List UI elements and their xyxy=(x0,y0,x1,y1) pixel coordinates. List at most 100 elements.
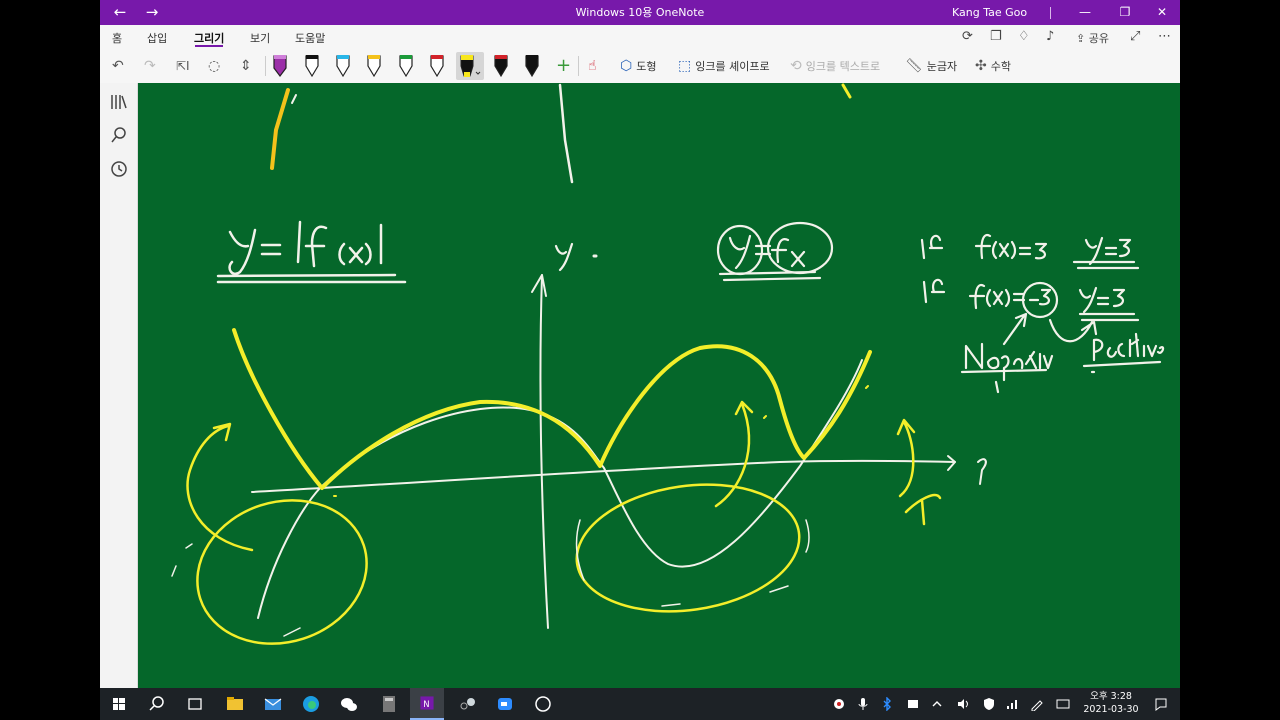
more-icon[interactable]: ⋯ xyxy=(1158,29,1171,44)
share-label: 공유 xyxy=(1088,32,1109,45)
ribbon-tabs: 홈 삽입 그리기 보기 도움말 ⟳ ❐ ♢ ♪ ⇪ 공유 ⤢ ⋯ xyxy=(100,25,1180,49)
math-icon: ✣ xyxy=(975,58,987,74)
tab-insert[interactable]: 삽입 xyxy=(147,30,167,46)
pen-tray-icon[interactable] xyxy=(1030,697,1044,711)
clock-date: 2021-03-30 xyxy=(1083,704,1139,715)
pen-green[interactable] xyxy=(396,52,416,80)
edge-browser-icon[interactable] xyxy=(294,688,328,720)
tab-help[interactable]: 도움말 xyxy=(295,30,325,46)
pen-purple[interactable] xyxy=(270,52,290,80)
ruler-button[interactable]: 📏︎ 눈금자 xyxy=(905,55,957,77)
notebooks-icon[interactable]: ❐ xyxy=(990,29,1002,44)
math-label: 수학 xyxy=(990,60,1011,73)
y-axis xyxy=(539,274,549,629)
app-tray-icon[interactable] xyxy=(906,697,920,711)
title-separator xyxy=(1050,7,1051,19)
x-axis xyxy=(251,459,956,493)
undo-icon[interactable]: ↶ xyxy=(112,55,124,77)
ink-fragment-yellow xyxy=(270,88,290,170)
if-statements xyxy=(920,233,1165,394)
obs-icon[interactable] xyxy=(526,688,560,720)
pen-black-2[interactable] xyxy=(522,52,542,80)
redo-icon[interactable]: ↷ xyxy=(144,55,156,77)
pen-black[interactable] xyxy=(302,52,322,80)
file-explorer-icon[interactable] xyxy=(218,688,252,720)
math-button[interactable]: ✣ 수학 xyxy=(975,55,1011,77)
touch-draw-icon[interactable]: ☝ xyxy=(588,55,597,77)
tab-view[interactable]: 보기 xyxy=(250,30,270,46)
shapes-button[interactable]: ⬡ 도형 xyxy=(620,55,656,77)
ink-to-shape-label: 잉크를 셰이프로 xyxy=(695,60,770,73)
pen-red-2[interactable] xyxy=(491,52,511,80)
add-space-icon[interactable]: ⇕ xyxy=(240,55,252,77)
notification-center-icon[interactable] xyxy=(1154,697,1168,711)
expand-icon[interactable]: ⤢ xyxy=(1130,29,1140,44)
tray-chevron-icon[interactable] xyxy=(930,697,944,711)
ink-to-text-button[interactable]: ⟲ 잉크를 텍스트로 xyxy=(790,55,880,77)
ink-drawing[interactable] xyxy=(138,83,1180,688)
restore-button[interactable]: ❐ xyxy=(1108,0,1142,25)
ink-to-shape-icon: ⬚ xyxy=(678,58,692,74)
taskbar-search-icon[interactable] xyxy=(140,688,174,720)
sync-icon[interactable]: ⟳ xyxy=(962,29,973,44)
add-pen-icon[interactable]: + xyxy=(556,55,571,77)
active-tab-underline xyxy=(195,45,223,47)
start-windows-icon[interactable] xyxy=(102,688,136,720)
ink-fragment-white xyxy=(291,94,297,104)
title-bar: ← → Windows 10용 OneNote Kang Tae Goo — ❐… xyxy=(100,0,1180,25)
ink-to-shape-button[interactable]: ⬚ 잉크를 셰이프로 xyxy=(678,55,770,77)
share-button[interactable]: ⇪ 공유 xyxy=(1076,30,1109,46)
snipping-tool-icon[interactable] xyxy=(450,688,484,720)
mail-icon[interactable] xyxy=(256,688,290,720)
equation-abs-f xyxy=(216,220,407,284)
system-clock[interactable]: 오후 3:28 2021-03-30 xyxy=(1076,690,1146,716)
lightbulb-icon[interactable]: ♢ xyxy=(1018,29,1030,44)
ruler-label: 눈금자 xyxy=(926,60,958,73)
function-curve-abs-yellow xyxy=(232,328,872,490)
wechat-icon[interactable] xyxy=(332,688,366,720)
bell-icon[interactable]: ♪ xyxy=(1046,29,1054,44)
bluetooth-icon[interactable] xyxy=(880,697,894,711)
share-icon: ⇪ xyxy=(1076,32,1086,45)
ink-fragment-white-2 xyxy=(558,83,574,184)
svg-text:N: N xyxy=(423,699,429,709)
draw-toolbar: ↶ ↷ ⇱I ◌ ⇕ + ☝ ⬡ 도형 ⬚ 잉크를 셰이프로 ⟲ 잉크를 텍스트로 📏… xyxy=(100,49,1180,84)
lasso-select-icon[interactable]: ◌ xyxy=(208,55,220,77)
highlighter-yellow[interactable] xyxy=(456,52,484,80)
task-view-icon[interactable] xyxy=(178,688,212,720)
onenote-taskbar-icon[interactable]: N xyxy=(410,688,444,720)
ink-fragment-yellow-2 xyxy=(841,83,852,99)
circle-region-left xyxy=(196,499,368,645)
volume-icon[interactable] xyxy=(956,697,970,711)
y-axis-label xyxy=(554,242,574,272)
ink-to-text-icon: ⟲ xyxy=(790,58,802,74)
ink-to-text-label: 잉크를 텍스트로 xyxy=(805,60,881,73)
circle-region-right xyxy=(575,483,801,613)
shapes-icon: ⬡ xyxy=(620,58,633,74)
tab-draw[interactable]: 그리기 xyxy=(194,30,224,46)
pen-red[interactable] xyxy=(427,52,447,80)
page-canvas[interactable] xyxy=(138,83,1180,688)
search-icon[interactable] xyxy=(110,126,128,144)
security-shield-icon[interactable] xyxy=(982,697,996,711)
type-select-icon[interactable]: ⇱I xyxy=(176,55,190,77)
windows-taskbar: N 오후 3:28 2021-03-30 xyxy=(100,688,1180,720)
zoom-icon[interactable] xyxy=(488,688,522,720)
user-name[interactable]: Kang Tae Goo xyxy=(952,0,1027,26)
arrow-far-right xyxy=(896,418,916,498)
pen-cyan[interactable] xyxy=(333,52,353,80)
recent-clock-icon[interactable] xyxy=(110,160,128,178)
minimize-button[interactable]: — xyxy=(1068,0,1102,25)
ruler-icon: 📏︎ xyxy=(905,58,923,74)
notebooks-list-icon[interactable] xyxy=(110,93,128,111)
tab-home[interactable]: 홈 xyxy=(112,30,122,46)
pen-yellow[interactable] xyxy=(364,52,384,80)
shapes-label: 도형 xyxy=(636,60,657,73)
tray-obs-icon[interactable] xyxy=(832,697,846,711)
microphone-icon[interactable] xyxy=(856,697,870,711)
function-curve-white xyxy=(257,359,863,619)
network-icon[interactable] xyxy=(1006,697,1020,711)
keyboard-lang-icon[interactable] xyxy=(1056,697,1070,711)
calculator-icon[interactable] xyxy=(372,688,406,720)
close-button[interactable]: ✕ xyxy=(1145,0,1179,25)
